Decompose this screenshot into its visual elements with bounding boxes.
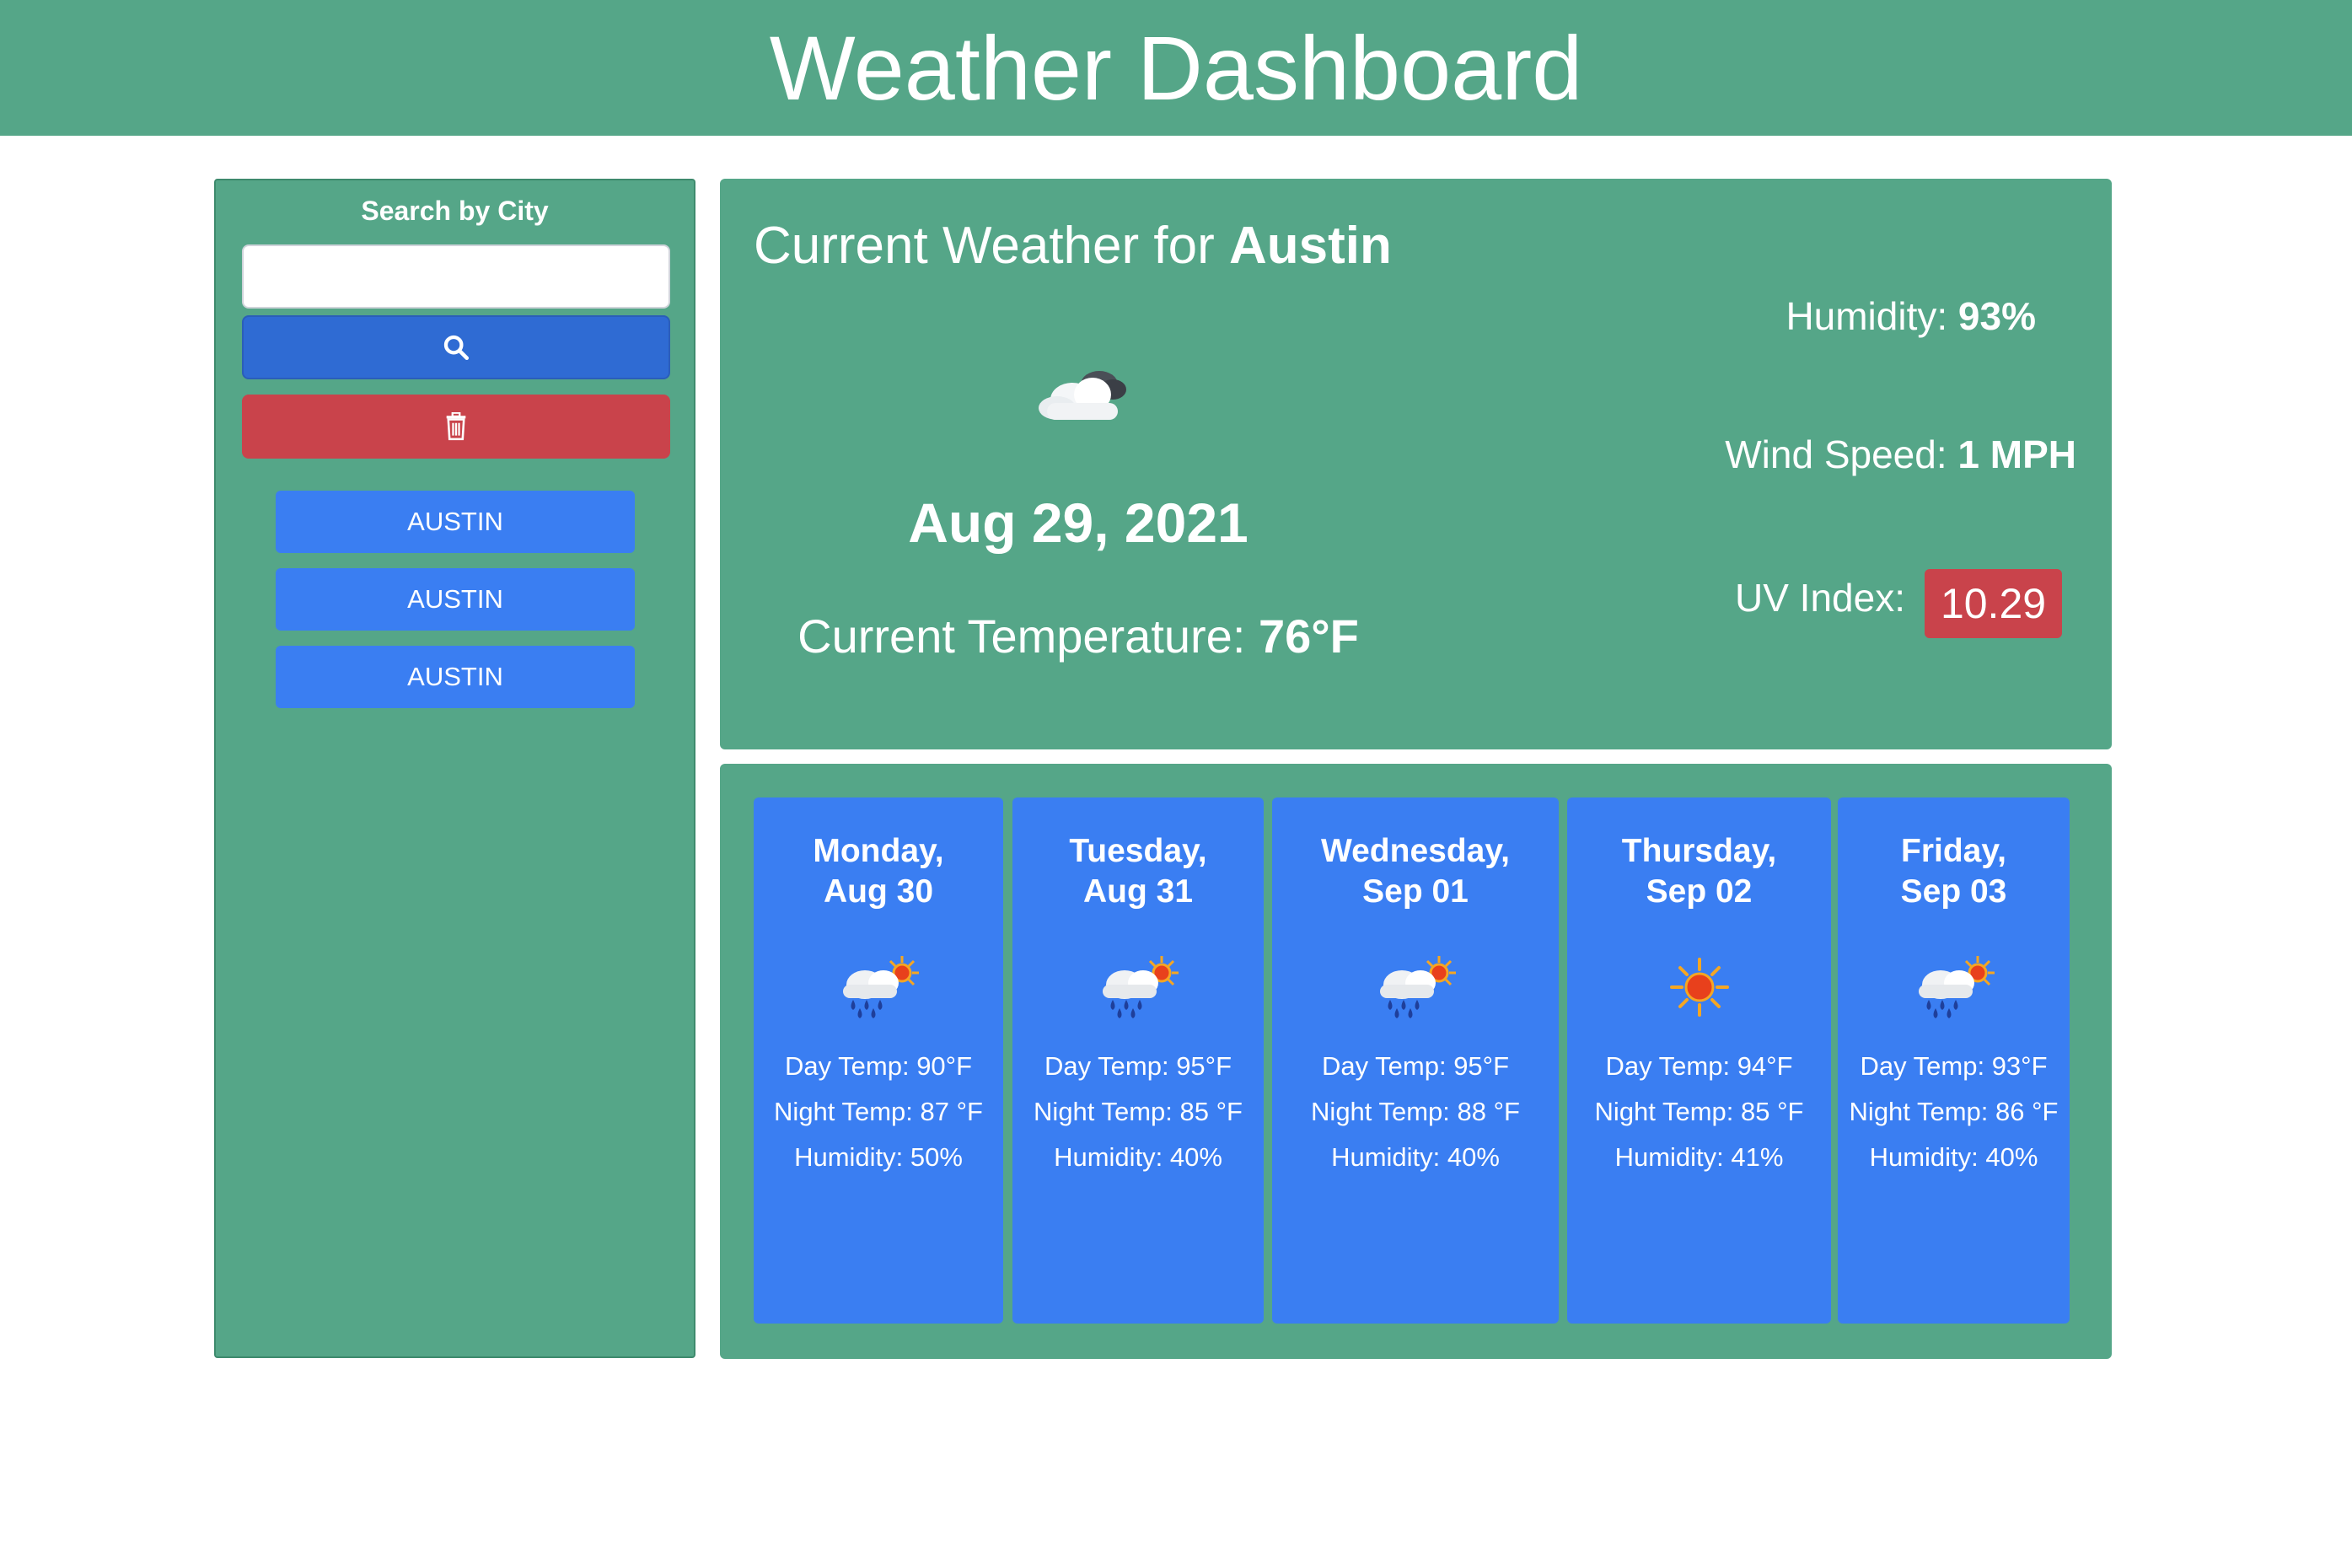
forecast-weekday: Tuesday, (1069, 833, 1207, 869)
forecast-day-temp: Day Temp: 95°F (1044, 1051, 1232, 1081)
search-button[interactable] (242, 315, 670, 379)
sun-rain-cloud-icon (1918, 956, 1995, 1018)
forecast-details: Day Temp: 93°F Night Temp: 86 °F Humidit… (1848, 1050, 2059, 1187)
page-header: Weather Dashboard (0, 0, 2352, 136)
sun-rain-cloud-icon (843, 956, 919, 1018)
forecast-day-temp: Day Temp: 95°F (1321, 1051, 1510, 1081)
forecast-day-temp: Day Temp: 94°F (1605, 1051, 1793, 1081)
forecast-day: Friday, Sep 03 (1838, 831, 2070, 912)
forecast-date: Aug 30 (823, 873, 934, 910)
partly-cloudy-night-icon (1039, 371, 1126, 420)
forecast-day: Tuesday, Aug 31 (1012, 831, 1264, 912)
forecast-weekday: Monday, (813, 833, 944, 869)
history-city-button[interactable]: AUSTIN (276, 646, 635, 708)
forecast-night-temp: Night Temp: 86 °F (1849, 1097, 2059, 1126)
current-temp-label: Current Temperature: (797, 609, 1259, 663)
forecast-humidity: Humidity: 40% (1331, 1142, 1500, 1172)
forecast-night-temp: Night Temp: 88 °F (1311, 1097, 1520, 1126)
forecast-day-temp: Day Temp: 90°F (784, 1051, 973, 1081)
forecast-humidity: Humidity: 50% (794, 1142, 963, 1172)
forecast-panel: Monday, Aug 30 Day Temp: 90°F Night Temp… (720, 764, 2112, 1359)
humidity-label: Humidity: (1785, 294, 1958, 338)
clear-history-button[interactable] (242, 395, 670, 459)
forecast-card: Thursday, Sep 02 Day Temp: 94°F Night Te… (1567, 797, 1831, 1324)
wind-label: Wind Speed: (1725, 432, 1958, 476)
current-weather-panel: Current Weather for Austin Aug 29, 2021 … (720, 179, 2112, 749)
humidity-value: 93% (1957, 294, 2036, 338)
current-date: Aug 29, 2021 (908, 491, 1248, 554)
forecast-details: Day Temp: 94°F Night Temp: 85 °F Humidit… (1577, 1050, 1821, 1187)
current-title-prefix: Current Weather for (754, 217, 1229, 275)
current-weather-title: Current Weather for Austin (754, 216, 1392, 276)
current-temp-value: 76°F (1258, 609, 1359, 663)
forecast-day: Monday, Aug 30 (754, 831, 1003, 912)
search-icon (443, 335, 470, 361)
forecast-humidity: Humidity: 41% (1614, 1142, 1784, 1172)
forecast-card: Tuesday, Aug 31 Day Temp: 95°F Night Tem… (1012, 797, 1264, 1324)
forecast-weekday: Wednesday, (1321, 833, 1510, 869)
sun-rain-cloud-icon (1103, 956, 1179, 1018)
trash-icon (446, 412, 466, 441)
forecast-details: Day Temp: 95°F Night Temp: 85 °F Humidit… (1023, 1050, 1254, 1187)
page-title: Weather Dashboard (769, 16, 1583, 119)
sun-rain-cloud-icon (1380, 956, 1456, 1018)
forecast-humidity: Humidity: 40% (1869, 1142, 2038, 1172)
current-city: Austin (1228, 217, 1392, 275)
forecast-date: Sep 01 (1362, 873, 1469, 910)
current-humidity: Humidity: 93% (1785, 293, 2036, 339)
forecast-card: Wednesday, Sep 01 Day Temp: 95°F Night T… (1272, 797, 1559, 1324)
uv-index-label: UV Index: (1735, 576, 1905, 620)
uv-index-badge: 10.29 (1925, 569, 2062, 638)
forecast-date: Sep 03 (1900, 873, 2007, 910)
forecast-details: Day Temp: 95°F Night Temp: 88 °F Humidit… (1282, 1050, 1549, 1187)
forecast-day: Thursday, Sep 02 (1567, 831, 1831, 912)
forecast-night-temp: Night Temp: 87 °F (774, 1097, 983, 1126)
forecast-card: Friday, Sep 03 Day Temp: 93°F Night Temp… (1838, 797, 2070, 1324)
forecast-humidity: Humidity: 40% (1054, 1142, 1222, 1172)
forecast-date: Sep 02 (1646, 873, 1753, 910)
sun-icon (1669, 958, 1729, 1017)
forecast-details: Day Temp: 90°F Night Temp: 87 °F Humidit… (764, 1050, 993, 1187)
wind-value: 1 MPH (1957, 432, 2076, 476)
search-sidebar: Search by City AUSTIN AUSTIN AUSTIN (214, 179, 695, 1358)
current-wind-speed: Wind Speed: 1 MPH (1725, 432, 2076, 477)
forecast-date: Aug 31 (1082, 873, 1194, 910)
forecast-day-temp: Day Temp: 93°F (1860, 1051, 2048, 1081)
forecast-night-temp: Night Temp: 85 °F (1034, 1097, 1243, 1126)
forecast-card: Monday, Aug 30 Day Temp: 90°F Night Temp… (754, 797, 1003, 1324)
history-city-button[interactable]: AUSTIN (276, 491, 635, 553)
current-temperature: Current Temperature: 76°F (720, 609, 1436, 663)
history-city-button[interactable]: AUSTIN (276, 568, 635, 631)
forecast-weekday: Friday, (1901, 833, 2006, 869)
search-title: Search by City (361, 196, 549, 226)
forecast-day: Wednesday, Sep 01 (1272, 831, 1559, 912)
city-search-input[interactable] (242, 244, 670, 309)
forecast-night-temp: Night Temp: 85 °F (1594, 1097, 1804, 1126)
forecast-weekday: Thursday, (1621, 833, 1777, 869)
